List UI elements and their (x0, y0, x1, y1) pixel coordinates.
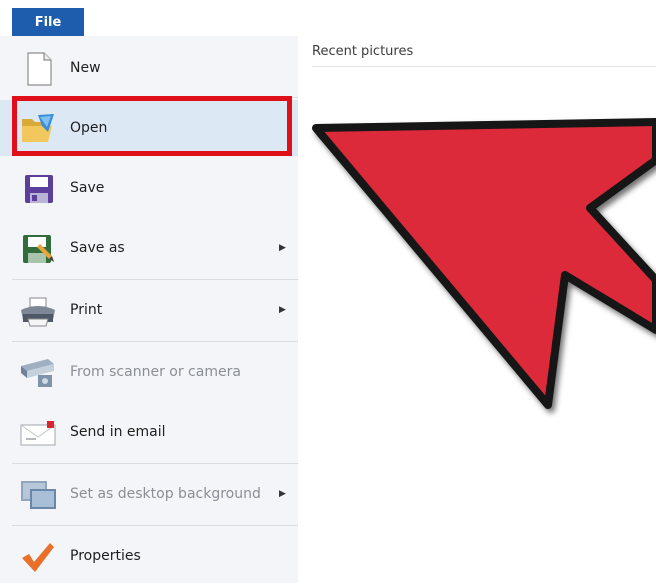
submenu-arrow-icon: ▶ (279, 305, 286, 315)
save-disk-icon (25, 175, 53, 203)
menu-item-print[interactable]: Print ▶ (0, 282, 298, 338)
file-menu: New Open Save Save as ▶ Print ▶ From sca… (0, 36, 299, 583)
menu-item-new[interactable]: New (0, 40, 298, 96)
recent-pictures-title: Recent pictures (312, 44, 414, 59)
menu-item-desktop-background-label: Set as desktop background (70, 486, 261, 502)
email-icon (20, 421, 56, 446)
menu-divider (12, 97, 298, 98)
menu-item-from-scanner: From scanner or camera (0, 344, 298, 400)
annotation-arrow-icon (312, 118, 656, 409)
menu-item-save-label: Save (70, 180, 105, 196)
menu-item-from-scanner-label: From scanner or camera (70, 364, 241, 380)
menu-divider (12, 525, 298, 526)
menu-item-new-label: New (70, 60, 101, 76)
open-folder-icon (22, 114, 54, 142)
menu-item-open-label: Open (70, 120, 108, 136)
file-tab[interactable]: File (12, 8, 84, 36)
scanner-icon (21, 359, 54, 387)
menu-item-send-email[interactable]: Send in email (0, 404, 298, 460)
menu-item-save-as-label: Save as (70, 240, 125, 256)
menu-item-open[interactable]: Open (0, 100, 298, 156)
submenu-arrow-icon: ▶ (279, 243, 286, 253)
printer-icon (21, 297, 55, 327)
menu-divider (12, 463, 298, 464)
new-document-icon (27, 52, 52, 86)
ribbon-bar: File (0, 0, 656, 37)
checkmark-properties-icon (22, 543, 54, 572)
menu-item-properties[interactable]: Properties (0, 528, 298, 584)
menu-item-properties-label: Properties (70, 548, 141, 564)
save-as-icon (23, 235, 54, 263)
menu-item-desktop-background: Set as desktop background ▶ (0, 466, 298, 522)
recent-divider (312, 66, 656, 67)
submenu-arrow-icon: ▶ (279, 489, 286, 499)
menu-item-send-email-label: Send in email (70, 424, 166, 440)
menu-divider (12, 341, 298, 342)
menu-item-save-as[interactable]: Save as ▶ (0, 220, 298, 276)
menu-item-save[interactable]: Save (0, 160, 298, 216)
menu-divider (12, 279, 298, 280)
desktop-background-icon (21, 481, 56, 509)
menu-item-print-label: Print (70, 302, 103, 318)
